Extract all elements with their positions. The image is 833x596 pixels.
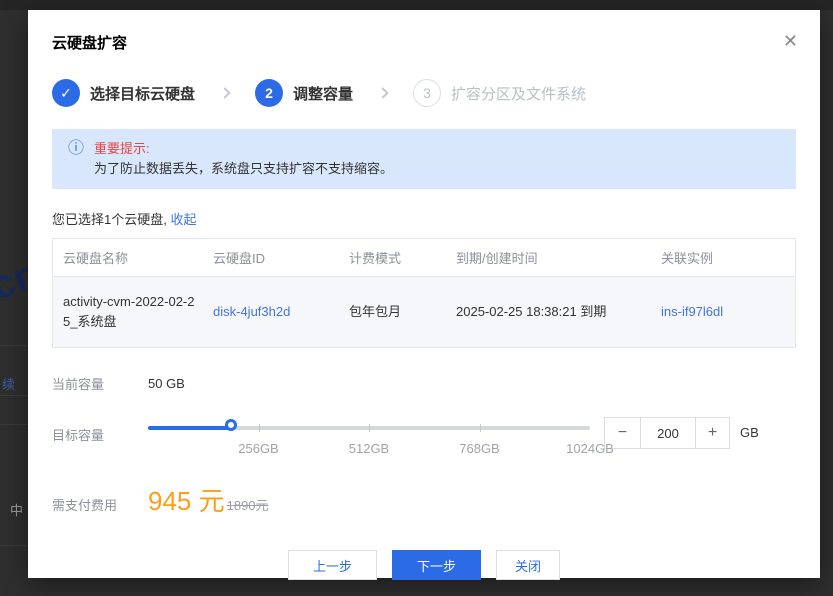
collapse-link[interactable]: 收起 [170, 212, 196, 227]
col-disk-id: 云硬盘ID [203, 239, 339, 276]
capacity-unit: GB [740, 425, 759, 440]
step-indicator: ✓ 选择目标云硬盘 2 调整容量 3 扩容分区及文件系统 [52, 79, 796, 107]
cost-row: 需支付费用 945 元 1890元 [52, 481, 796, 518]
step-number: 2 [255, 79, 283, 107]
col-instance: 关联实例 [651, 239, 795, 276]
background-divider [0, 424, 28, 425]
notice-title: 重要提示: [94, 139, 393, 159]
increase-button[interactable]: + [695, 418, 729, 448]
capacity-slider: 256GB 512GB 768GB 1024GB [148, 417, 590, 453]
cell-expire-time: 2025-02-25 18:38:21 到期 [446, 277, 651, 347]
table-row: activity-cvm-2022-02-25_系统盘 disk-4juf3h2… [53, 277, 795, 347]
dialog-title: 云硬盘扩容 [52, 35, 127, 52]
table-header-row: 云硬盘名称 云硬盘ID 计费模式 到期/创建时间 关联实例 [53, 239, 795, 277]
selection-summary: 您已选择1个云硬盘, 收起 [52, 209, 796, 228]
step-label: 调整容量 [293, 83, 353, 104]
check-icon: ✓ [52, 79, 80, 107]
page-dim-top [0, 0, 833, 10]
tick-label: 1024GB [566, 441, 614, 456]
instance-link[interactable]: ins-if97l6dl [661, 302, 723, 322]
notice-body: 为了防止数据丢失，系统盘只支持扩容不支持缩容。 [94, 159, 393, 179]
background-partial-text: 中 [10, 500, 23, 519]
cost-original-price: 1890元 [227, 495, 269, 514]
close-button[interactable]: 关闭 [496, 550, 560, 580]
target-capacity-label: 目标容量 [52, 425, 148, 444]
cost-price: 945 元 [148, 481, 225, 518]
tick-label: 512GB [349, 441, 389, 456]
background-divider [0, 395, 28, 396]
dialog-header: 云硬盘扩容 ✕ [28, 10, 820, 53]
cost-label: 需支付费用 [52, 495, 148, 514]
chevron-right-icon [377, 87, 388, 98]
capacity-input[interactable] [641, 418, 695, 448]
target-capacity-row: 目标容量 256GB 512GB 768GB 1024GB − + GB [52, 417, 796, 453]
next-step-button[interactable]: 下一步 [392, 550, 481, 580]
background-partial-link: 续 [2, 374, 15, 393]
col-expire-time: 到期/创建时间 [446, 239, 651, 276]
important-notice-banner: ⓘ 重要提示: 为了防止数据丢失，系统盘只支持扩容不支持缩容。 [52, 129, 796, 189]
info-icon: ⓘ [68, 139, 84, 179]
slider-tick [480, 424, 481, 432]
slider-tick [369, 424, 370, 432]
slider-fill [148, 426, 234, 430]
cell-billing-mode: 包年包月 [339, 277, 446, 347]
step-expand-partition: 3 扩容分区及文件系统 [413, 79, 586, 107]
tick-label: 768GB [459, 441, 499, 456]
step-label: 扩容分区及文件系统 [451, 83, 586, 104]
step-label: 选择目标云硬盘 [90, 83, 195, 104]
current-capacity-label: 当前容量 [52, 374, 148, 393]
selected-disk-table: 云硬盘名称 云硬盘ID 计费模式 到期/创建时间 关联实例 activity-c… [52, 238, 796, 348]
close-icon[interactable]: ✕ [783, 32, 798, 50]
dialog-footer: 上一步 下一步 关闭 [28, 550, 820, 580]
step-number: 3 [413, 79, 441, 107]
chevron-right-icon [219, 87, 230, 98]
disk-id-link[interactable]: disk-4juf3h2d [213, 302, 290, 322]
col-disk-name: 云硬盘名称 [53, 239, 203, 276]
slider-tick [259, 424, 260, 432]
tick-label: 256GB [238, 441, 278, 456]
current-capacity-row: 当前容量 50 GB [52, 374, 796, 393]
step-select-disk: ✓ 选择目标云硬盘 [52, 79, 195, 107]
prev-step-button[interactable]: 上一步 [288, 550, 377, 580]
col-billing-mode: 计费模式 [339, 239, 446, 276]
capacity-stepper: − + [604, 417, 730, 449]
background-divider [0, 345, 28, 346]
current-capacity-value: 50 GB [148, 376, 185, 391]
cell-disk-name: activity-cvm-2022-02-25_系统盘 [53, 277, 203, 347]
selection-text: 您已选择1个云硬盘, [52, 212, 167, 227]
notice-text: 重要提示: 为了防止数据丢失，系统盘只支持扩容不支持缩容。 [94, 139, 393, 179]
step-adjust-capacity: 2 调整容量 [255, 79, 353, 107]
disk-expand-dialog: 云硬盘扩容 ✕ ✓ 选择目标云硬盘 2 调整容量 3 扩容分区及文件系统 ⓘ 重… [28, 10, 820, 578]
background-divider [0, 545, 28, 546]
